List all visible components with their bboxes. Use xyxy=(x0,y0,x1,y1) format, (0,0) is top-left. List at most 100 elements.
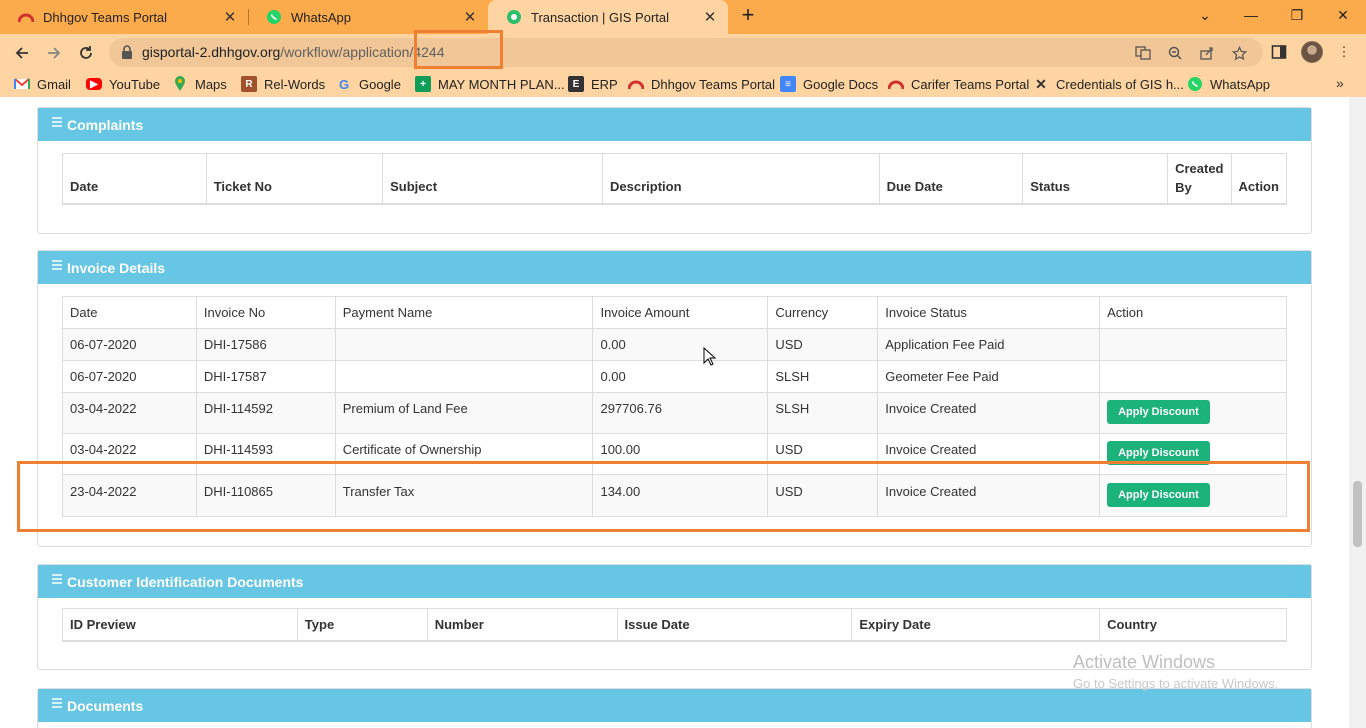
translate-icon[interactable] xyxy=(1135,45,1151,61)
close-icon[interactable]: ✕ xyxy=(222,8,238,26)
cell-currency: SLSH xyxy=(767,392,879,434)
cell-status: Invoice Created xyxy=(877,392,1101,434)
panel-title: Complaints xyxy=(67,116,144,133)
bookmarks-bar: Gmail ▶ YouTube Maps R Rel-Words G Google +… xyxy=(0,71,1366,97)
panel-header: Invoice Details xyxy=(38,251,1311,284)
complaints-table: Date Ticket No Subject Description Due D… xyxy=(62,153,1287,205)
bookmark-label: ERP xyxy=(591,76,618,92)
column-header: Invoice No xyxy=(195,296,336,329)
zoom-icon[interactable] xyxy=(1167,45,1183,61)
x-icon: ✕ xyxy=(1035,75,1047,92)
complaints-panel: Complaints Date Ticket No Subject Descri… xyxy=(37,107,1312,234)
column-header: ID Preview xyxy=(62,608,298,641)
back-button[interactable] xyxy=(8,39,36,67)
cell-currency: USD xyxy=(767,328,879,361)
new-tab-button[interactable]: + xyxy=(737,4,759,27)
address-bar[interactable]: gisportal-2.dhhgov.org/workflow/applicat… xyxy=(109,38,1263,67)
star-icon[interactable] xyxy=(1231,45,1247,61)
column-header: Status xyxy=(1022,153,1169,204)
table-header-row: ID Preview Type Number Issue Date Expiry… xyxy=(62,608,1287,641)
docs-icon: ≡ xyxy=(780,76,796,92)
erp-icon: E xyxy=(568,76,584,92)
column-header: Country xyxy=(1099,608,1287,641)
bookmark-dhhgov-teams[interactable]: Dhhgov Teams Portal xyxy=(628,75,775,93)
scrollbar-thumb[interactable] xyxy=(1353,481,1362,547)
column-header: Type xyxy=(296,608,428,641)
close-icon[interactable]: ✕ xyxy=(462,8,478,26)
table-row: 03-04-2022 DHI-114592 Premium of Land Fe… xyxy=(62,392,1287,434)
panel-header: Customer Identification Documents xyxy=(38,565,1311,598)
tab-dhhgov-teams[interactable]: Dhhgov Teams Portal ✕ xyxy=(0,0,248,34)
reload-button[interactable] xyxy=(72,39,100,67)
bookmark-google[interactable]: G Google xyxy=(336,75,401,93)
bookmark-label: Maps xyxy=(195,76,227,92)
whatsapp-icon xyxy=(266,9,282,25)
column-header: Subject xyxy=(382,153,604,204)
chevron-right-icon[interactable]: » xyxy=(1336,75,1344,91)
column-header: Action xyxy=(1230,153,1287,204)
bookmark-credentials-gis[interactable]: ✕ Credentials of GIS h... xyxy=(1033,75,1184,93)
cell-payment-name xyxy=(334,360,594,393)
sheets-icon: + xyxy=(415,76,431,92)
list-icon xyxy=(52,259,62,270)
minimize-button[interactable]: — xyxy=(1228,0,1274,30)
column-header: Description xyxy=(602,153,880,204)
table-row: 06-07-2020 DHI-17587 0.00 SLSH Geometer … xyxy=(62,360,1287,393)
bookmark-whatsapp[interactable]: WhatsApp xyxy=(1187,75,1270,93)
cell-status: Application Fee Paid xyxy=(877,328,1101,361)
cell-invoice-no: DHI-114592 xyxy=(195,392,336,434)
cell-action xyxy=(1099,360,1287,393)
bookmark-label: Dhhgov Teams Portal xyxy=(651,76,776,92)
avatar[interactable] xyxy=(1301,41,1323,63)
page-viewport: Complaints Date Ticket No Subject Descri… xyxy=(0,97,1366,728)
column-header: Number xyxy=(426,608,618,641)
page-scrollbar[interactable] xyxy=(1349,97,1366,728)
restore-button[interactable]: ❐ xyxy=(1274,0,1320,30)
apply-discount-button[interactable]: Apply Discount xyxy=(1107,400,1210,424)
forward-button[interactable] xyxy=(40,39,68,67)
table-header-row: Date Ticket No Subject Description Due D… xyxy=(62,153,1287,204)
column-header: Invoice Status xyxy=(877,296,1101,329)
column-header: Ticket No xyxy=(205,153,384,204)
panel-title: Invoice Details xyxy=(67,259,166,276)
table-row: 06-07-2020 DHI-17586 0.00 USD Applicatio… xyxy=(62,328,1287,361)
column-header: Invoice Amount xyxy=(592,296,769,329)
column-header: Issue Date xyxy=(616,608,853,641)
cell-invoice-no: DHI-17586 xyxy=(195,328,336,361)
bookmark-gmail[interactable]: Gmail xyxy=(14,75,71,93)
menu-icon[interactable]: ⋮ xyxy=(1332,40,1356,64)
column-header: Currency xyxy=(767,296,879,329)
url-text: gisportal-2.dhhgov.org/workflow/applicat… xyxy=(142,44,445,60)
bookmark-label: Google xyxy=(359,76,401,92)
list-icon xyxy=(52,697,62,708)
bookmark-google-docs[interactable]: ≡ Google Docs xyxy=(780,75,878,93)
teams-portal-icon xyxy=(888,76,904,92)
tab-title: Transaction | GIS Portal xyxy=(531,9,670,25)
chevron-down-icon[interactable]: ⌄ xyxy=(1182,0,1228,30)
bookmark-carifer-teams[interactable]: Carifer Teams Portal xyxy=(888,75,1029,93)
activate-windows-watermark: Activate Windows xyxy=(1073,652,1216,672)
close-icon[interactable]: ✕ xyxy=(702,8,718,26)
column-header: Date xyxy=(62,296,197,329)
bookmark-erp[interactable]: E ERP xyxy=(568,75,618,93)
tab-gis-portal[interactable]: Transaction | GIS Portal ✕ xyxy=(488,0,728,34)
bookmark-label: Google Docs xyxy=(803,76,879,92)
sidebar-icon[interactable] xyxy=(1267,40,1291,64)
bookmark-rel-words[interactable]: R Rel-Words xyxy=(241,75,325,93)
column-header: Due Date xyxy=(878,153,1024,204)
bookmark-may-month-plan[interactable]: + MAY MONTH PLAN... xyxy=(415,75,565,93)
maps-pin-icon xyxy=(172,76,188,92)
teams-portal-icon xyxy=(628,76,644,92)
tab-whatsapp[interactable]: WhatsApp ✕ xyxy=(248,0,488,34)
column-header: Date xyxy=(62,153,207,204)
panel-title: Documents xyxy=(67,697,144,714)
customer-docs-table: ID Preview Type Number Issue Date Expiry… xyxy=(62,608,1287,642)
list-icon xyxy=(52,116,62,127)
bookmark-maps[interactable]: Maps xyxy=(172,75,227,93)
gmail-icon xyxy=(14,76,30,92)
share-icon[interactable] xyxy=(1199,45,1215,61)
bookmark-youtube[interactable]: ▶ YouTube xyxy=(86,75,160,93)
close-window-button[interactable]: ✕ xyxy=(1320,0,1366,30)
panel-header: Complaints xyxy=(38,108,1311,141)
documents-panel: Documents xyxy=(37,688,1312,728)
